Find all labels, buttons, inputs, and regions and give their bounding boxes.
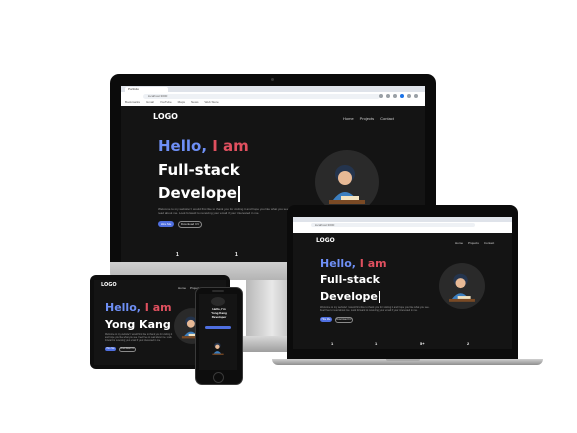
phone-subtitle-2: Developer xyxy=(211,315,227,319)
extension-icon[interactable] xyxy=(379,94,383,98)
logo[interactable]: LOGO xyxy=(153,112,178,121)
hero-role-line1: Full-stack xyxy=(320,273,380,286)
hero-role-line1: Full-stack xyxy=(158,161,240,179)
download-cv-button[interactable]: Download CV xyxy=(335,317,353,323)
extension-icon[interactable] xyxy=(386,94,390,98)
stat-1: 1 xyxy=(331,341,334,346)
hero-name: Yong Kang xyxy=(105,318,171,331)
bookmark-item[interactable]: Web Store xyxy=(205,100,219,105)
stat-2: 1 xyxy=(375,341,378,346)
extension-icon[interactable] xyxy=(407,94,411,98)
bookmark-item[interactable]: YouTube xyxy=(160,100,172,105)
greeting-hello: Hello, xyxy=(105,301,141,314)
imac-camera xyxy=(271,78,274,81)
site-nav: Home Projects Contact xyxy=(343,116,394,121)
greeting-hello: Hello, xyxy=(320,257,356,270)
greeting-i-am: I am xyxy=(144,301,172,314)
logo[interactable]: LOGO xyxy=(101,282,117,288)
monitor-browser-chrome: Portfolio localhost:3000 Bookmarks Gmail Y… xyxy=(121,86,425,106)
phone-speaker xyxy=(212,290,224,292)
typing-cursor xyxy=(378,291,381,303)
hero-greeting: Hello, I am xyxy=(320,257,387,270)
monitor-tab[interactable]: Portfolio xyxy=(125,87,168,92)
nav-contact[interactable]: Contact xyxy=(484,241,494,245)
phone-site: Hello, I'm Yong Kang Developer xyxy=(199,294,237,370)
phone-avatar-top xyxy=(211,297,225,306)
hero-blurb: Welcome to my website! I would first lik… xyxy=(105,334,173,343)
bookmark-item[interactable]: Gmail xyxy=(146,100,154,105)
hero-role-line2: Develope xyxy=(158,184,240,202)
monitor-toolbar-icons[interactable] xyxy=(379,94,423,99)
laptop-url-bar[interactable]: localhost:3000 xyxy=(311,223,475,227)
hero-blurb: Welcome to my website! I would first lik… xyxy=(158,207,306,216)
phone-home-button[interactable] xyxy=(213,372,224,383)
hero-role-line2: Develope xyxy=(320,290,381,303)
hire-me-button[interactable]: Hire Me xyxy=(158,221,174,227)
bookmark-item[interactable]: Maps xyxy=(178,100,185,105)
download-cv-button[interactable]: Download CV xyxy=(119,347,136,352)
avatar-illustration xyxy=(449,273,475,302)
nav-projects[interactable]: Projects xyxy=(360,116,374,121)
menu-icon[interactable] xyxy=(414,94,418,98)
site-nav: Home Projects Contact xyxy=(455,241,494,245)
hire-me-button[interactable]: Hire Me xyxy=(320,317,332,322)
laptop-tab-bar xyxy=(293,217,512,222)
bookmark-item[interactable]: Bookmarks xyxy=(125,100,140,105)
greeting-hello: Hello, xyxy=(158,137,208,155)
nav-home[interactable]: Home xyxy=(455,241,463,245)
role-text: Develope xyxy=(320,290,378,303)
monitor-bookmarks-bar: Bookmarks Gmail YouTube Maps News Web Store xyxy=(125,100,245,105)
greeting-i-am: I am xyxy=(359,257,387,270)
monitor-url-bar[interactable]: localhost:3000 xyxy=(143,94,380,99)
role-text: Develope xyxy=(158,184,237,202)
hire-me-button[interactable]: Hire Me xyxy=(105,347,116,351)
nav-projects[interactable]: Projects xyxy=(468,241,479,245)
nav-home[interactable]: Home xyxy=(178,286,186,290)
phone-button[interactable] xyxy=(205,326,231,329)
phone-avatar xyxy=(208,338,228,358)
typing-cursor xyxy=(237,185,240,202)
hero-greeting: Hello, I am xyxy=(158,137,249,155)
hero-blurb: Welcome to my website! I would first lik… xyxy=(320,306,430,313)
avatar-illustration xyxy=(212,342,224,355)
avatar xyxy=(439,263,485,309)
laptop-notch xyxy=(386,359,420,361)
stat-2: 1 xyxy=(235,252,238,258)
laptop-browser-chrome: localhost:3000 xyxy=(293,217,512,233)
laptop-site: LOGO Home Projects Contact Hello, I am F… xyxy=(293,233,512,349)
greeting-i-am: I am xyxy=(212,137,249,155)
extension-icon[interactable] xyxy=(393,94,397,98)
nav-home[interactable]: Home xyxy=(343,116,354,121)
download-cv-button[interactable]: Download CV xyxy=(178,221,202,228)
stat-1: 1 xyxy=(176,252,179,258)
extension-icon[interactable] xyxy=(400,94,404,98)
hero-greeting: Hello, I am xyxy=(105,301,172,314)
logo[interactable]: LOGO xyxy=(316,237,335,244)
stat-4: 2 xyxy=(467,341,470,346)
stat-3: 5+ xyxy=(420,341,425,346)
bookmark-item[interactable]: News xyxy=(191,100,199,105)
nav-contact[interactable]: Contact xyxy=(380,116,394,121)
